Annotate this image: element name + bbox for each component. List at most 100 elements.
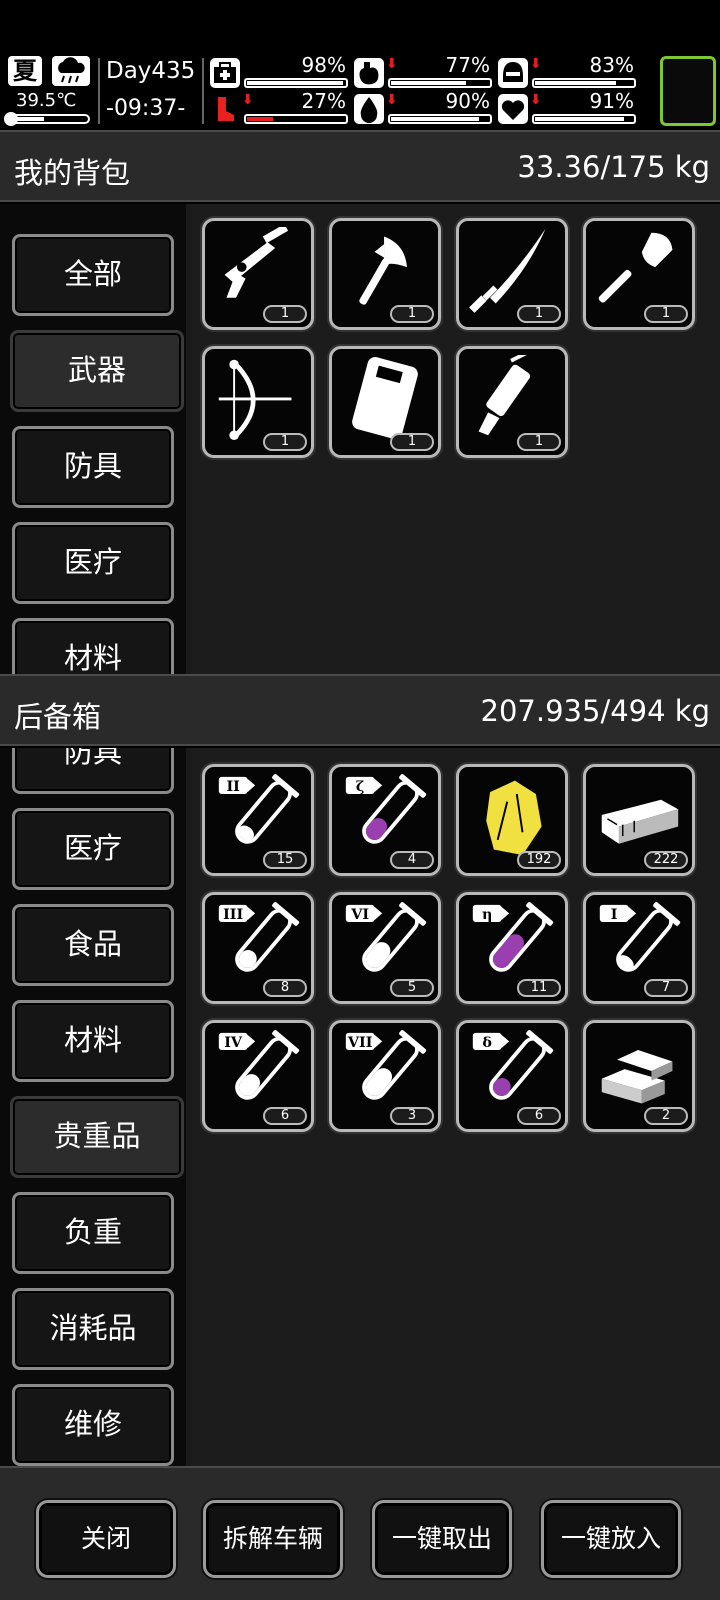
inventory-item[interactable]: 1: [329, 218, 441, 330]
stat-mood: ⬇ 91%: [498, 89, 638, 126]
gold-bars-icon: [601, 1050, 673, 1104]
item-count: 1: [390, 305, 434, 323]
item-count: 6: [263, 1107, 307, 1125]
category-tab[interactable]: 防具: [12, 748, 174, 794]
item-count: 1: [263, 305, 307, 323]
day-counter: Day435: [106, 58, 196, 84]
inventory-item[interactable]: I7: [583, 892, 695, 1004]
take-all-button[interactable]: 一键取出: [372, 1500, 512, 1578]
rain-cloud-icon: [52, 56, 90, 86]
backpack-item-grid: 1 1 1 1 1 1 1: [190, 204, 720, 674]
inventory-item[interactable]: 2: [583, 1020, 695, 1132]
close-button[interactable]: 关闭: [36, 1500, 176, 1578]
tube-label: II: [226, 779, 240, 795]
category-tab[interactable]: 材料: [12, 1000, 174, 1082]
inventory-item[interactable]: VII 3: [329, 1020, 441, 1132]
inventory-item[interactable]: 1: [202, 218, 314, 330]
category-tab[interactable]: 全部: [12, 234, 174, 316]
water-drop-icon: [354, 94, 384, 124]
item-count: 1: [517, 433, 561, 451]
heart-icon: [498, 94, 528, 124]
inventory-item[interactable]: VI 5: [329, 892, 441, 1004]
inventory-item[interactable]: 1: [456, 218, 568, 330]
item-count: 4: [390, 851, 434, 869]
riot-shield-icon: [352, 357, 418, 439]
dismantle-vehicle-button[interactable]: 拆解车辆: [203, 1500, 343, 1578]
category-tab[interactable]: 负重: [12, 1192, 174, 1274]
backpack-weight: 33.36/175 kg: [517, 150, 710, 184]
category-tab[interactable]: 维修: [12, 1384, 174, 1466]
category-tab[interactable]: 消耗品: [12, 1288, 174, 1370]
down-arrow-icon: ⬇: [386, 56, 398, 72]
category-tab[interactable]: 材料: [12, 618, 174, 674]
inventory-item[interactable]: ζ4: [329, 764, 441, 876]
test-tube-icon: ζ: [345, 774, 427, 844]
stomach-icon: [354, 58, 384, 88]
inventory-item[interactable]: II 15: [202, 764, 314, 876]
stat-bar: [388, 114, 492, 124]
divider: [98, 58, 100, 124]
stat-value: 90%: [445, 89, 490, 113]
inventory-item[interactable]: 192: [456, 764, 568, 876]
tube-label: VII: [347, 1035, 373, 1051]
stat-thirst: ⬇ 90%: [354, 89, 494, 126]
inventory-item[interactable]: 1: [583, 218, 695, 330]
inventory-item[interactable]: 1: [456, 346, 568, 458]
action-bar: 关闭 拆解车辆 一键取出 一键放入: [0, 1466, 720, 1600]
category-tab[interactable]: 医疗: [12, 808, 174, 890]
compound-bow-icon: [218, 359, 292, 441]
gold-nugget-icon: [486, 780, 542, 856]
test-tube-icon: δ: [472, 1030, 554, 1100]
trunk-category-list[interactable]: 防具医疗食品材料贵重品负重消耗品维修: [0, 748, 186, 1466]
item-count: 3: [390, 1107, 434, 1125]
item-count: 2: [644, 1107, 688, 1125]
backpack-panel: 全部 武器 防具 医疗 材料 1 1 1 1 1 1 1: [0, 204, 720, 674]
category-tab[interactable]: 食品: [12, 904, 174, 986]
inventory-item[interactable]: 1: [202, 346, 314, 458]
thermometer-bar: [4, 112, 90, 126]
minigun-icon: [478, 355, 531, 436]
stat-value: 83%: [589, 53, 634, 77]
stat-bar: [388, 78, 492, 88]
temperature-readout: 39.5℃: [16, 90, 77, 111]
put-all-button[interactable]: 一键放入: [541, 1500, 681, 1578]
down-arrow-icon: ⬇: [530, 92, 542, 108]
tube-label: I: [611, 907, 618, 923]
tube-label: III: [223, 907, 243, 923]
test-tube-icon: II: [218, 774, 300, 844]
category-tab[interactable]: 武器: [10, 330, 184, 412]
test-tube-icon: I: [599, 902, 681, 972]
trunk-item-grid: II 15 ζ 4 192 222 III 8 VI 5 η 11 I 7 IV 6 VII 3 δ 6 2: [190, 748, 720, 1466]
backpack-category-list[interactable]: 全部武器防具医疗材料: [0, 204, 186, 674]
item-count: 1: [644, 305, 688, 323]
clock: -09:37-: [106, 96, 186, 121]
season-indicator: 夏: [8, 56, 42, 86]
leg-icon: [210, 94, 240, 124]
category-tab[interactable]: 医疗: [12, 522, 174, 604]
stat-stamina: ⬇ 27%: [210, 89, 350, 126]
item-count: 11: [517, 979, 561, 997]
stat-armor: ⬇ 83%: [498, 53, 638, 90]
inventory-item[interactable]: η 11: [456, 892, 568, 1004]
inventory-item[interactable]: δ6: [456, 1020, 568, 1132]
item-count: 8: [263, 979, 307, 997]
stat-bar: [244, 78, 348, 88]
stat-bar: [532, 78, 636, 88]
category-tab[interactable]: 贵重品: [10, 1096, 184, 1178]
inventory-item[interactable]: IV 6: [202, 1020, 314, 1132]
trunk-weight: 207.935/494 kg: [480, 694, 710, 728]
down-arrow-icon: ⬇: [530, 56, 542, 72]
quick-slot-button[interactable]: [660, 56, 716, 126]
test-tube-icon: IV: [218, 1030, 300, 1100]
item-count: 192: [517, 851, 561, 869]
inventory-item[interactable]: 1: [329, 346, 441, 458]
katana-icon: [469, 228, 546, 313]
inventory-item[interactable]: 222: [583, 764, 695, 876]
category-tab[interactable]: 防具: [12, 426, 174, 508]
item-count: 7: [644, 979, 688, 997]
item-count: 15: [263, 851, 307, 869]
nail-gun-icon: [224, 227, 289, 298]
item-count: 1: [263, 433, 307, 451]
status-hud: 夏 39.5℃ Day435 -09:37- 98% ⬇ 77% ⬇ 83% ⬇ 27% ⬇ 9…: [0, 52, 720, 130]
inventory-item[interactable]: III 8: [202, 892, 314, 1004]
